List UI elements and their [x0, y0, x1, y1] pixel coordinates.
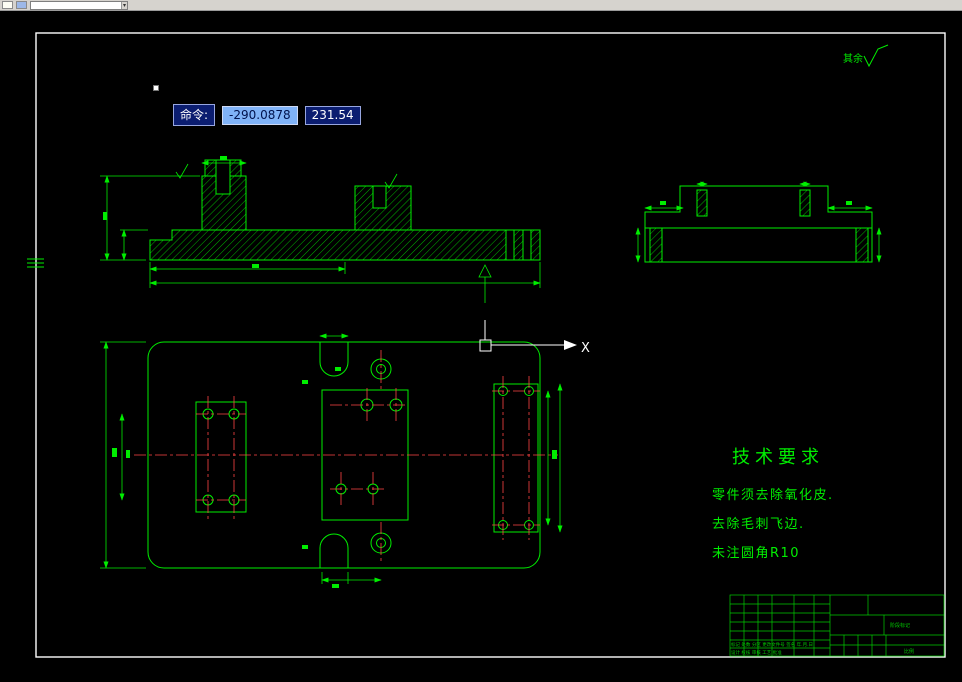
technical-requirements: 技术要求 零件须去除氧化皮. 去除毛刺飞边. 未注圆角R10: [712, 443, 834, 568]
title-block-revision-row: 标记 处数 分区 更改文件号 签名 年.月.日: [731, 641, 813, 648]
plan-dimensions: [100, 333, 563, 588]
section-arrow-icon: [478, 264, 492, 278]
tech-req-title: 技术要求: [732, 447, 824, 468]
side-section-view: [644, 185, 873, 263]
tech-req-line: 去除毛刺飞边.: [712, 517, 805, 532]
command-tooltip: 命令: -290.0878 231.54: [173, 104, 361, 126]
surface-note-text: 其余: [843, 52, 863, 65]
command-label: 命令:: [173, 104, 216, 126]
new-file-icon[interactable]: [2, 1, 13, 9]
coordinate-x-input[interactable]: -290.0878: [222, 105, 298, 125]
roughness-symbol-icon: [863, 44, 889, 68]
front-section-view: [149, 159, 541, 261]
title-block-roles-row: 设计 校核 审核 工艺 批准: [731, 649, 782, 656]
layer-combobox[interactable]: ▾: [30, 0, 128, 10]
dimension-text-blobs: [112, 367, 557, 588]
dimension-text-blobs: [660, 201, 852, 205]
cad-application-window: ▾ X 其余 标记 处数 分区 更改文件号 签名 年.月.日 设计 校核 审核 …: [0, 0, 962, 682]
title-block: 标记 处数 分区 更改文件号 签名 年.月.日 设计 校核 审核 工艺 批准 阶…: [729, 594, 945, 657]
surface-finish-note: 其余: [843, 44, 889, 68]
side-section-dimensions: [635, 181, 882, 263]
x-axis-arrow-icon: [564, 340, 577, 350]
toolbar-icon[interactable]: [16, 1, 27, 9]
tech-req-line: 零件须去除氧化皮.: [712, 488, 834, 503]
tech-req-line: 未注圆角R10: [712, 546, 801, 561]
grip-point[interactable]: [153, 85, 159, 91]
drawing-canvas[interactable]: X 其余 标记 处数 分区 更改文件号 签名 年.月.日 设计 校核 审核 工艺…: [0, 0, 962, 682]
ucs-icon: X: [479, 320, 590, 356]
title-block-stage-label: 阶段标记: [890, 622, 910, 629]
title-block-scale-label: 比例: [904, 648, 914, 655]
dropdown-arrow-icon[interactable]: ▾: [120, 1, 127, 9]
app-toolbar: ▾: [0, 0, 962, 11]
coordinate-y-field: 231.54: [304, 105, 361, 125]
x-axis-label: X: [581, 341, 590, 356]
